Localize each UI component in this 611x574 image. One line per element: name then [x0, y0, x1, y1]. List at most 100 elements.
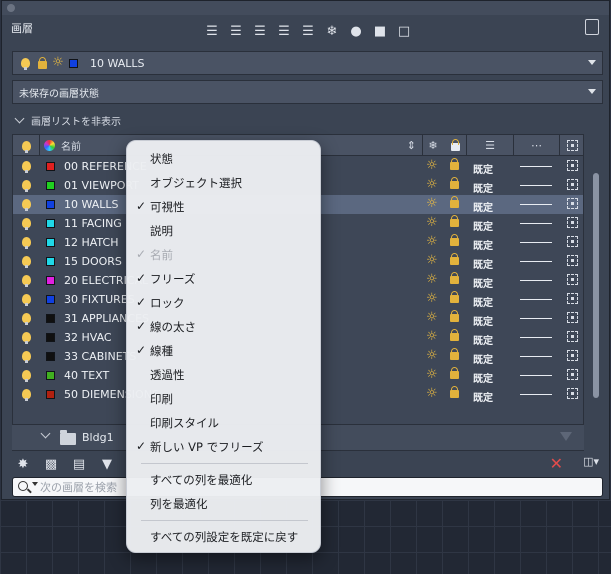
linetype-line[interactable]: [520, 261, 552, 262]
unlock-icon[interactable]: [450, 367, 459, 379]
linetype-line[interactable]: [520, 223, 552, 224]
color-swatch[interactable]: [46, 295, 55, 304]
bulb-icon[interactable]: [22, 199, 31, 211]
bulb-icon[interactable]: [22, 351, 31, 363]
sun-icon[interactable]: ☼: [426, 292, 440, 306]
menu-action[interactable]: すべての列を最適化: [127, 467, 320, 491]
vertical-scrollbar[interactable]: [593, 173, 599, 398]
lineweight-label[interactable]: 既定: [473, 256, 493, 271]
lineweight-label[interactable]: 既定: [473, 332, 493, 347]
folder-icon[interactable]: ▤: [68, 455, 90, 473]
vp-freeze-icon[interactable]: [567, 388, 578, 399]
lineweight-label[interactable]: 既定: [473, 389, 493, 404]
color-swatch[interactable]: [46, 352, 55, 361]
sun-icon[interactable]: ☼: [426, 273, 440, 287]
delete-filter-icon[interactable]: ✕: [550, 454, 563, 473]
isolate-icon[interactable]: ●: [346, 21, 366, 41]
linetype-line[interactable]: [520, 242, 552, 243]
col-linetype-icon[interactable]: ⋯: [514, 135, 559, 156]
unlock-icon[interactable]: [450, 272, 459, 284]
bulb-icon[interactable]: [22, 275, 31, 287]
lock-icon[interactable]: ■: [370, 21, 390, 41]
menu-item[interactable]: ✓ 新しい VP でフリーズ: [127, 434, 320, 458]
dock-icon[interactable]: [585, 19, 599, 35]
sun-icon[interactable]: ☼: [426, 159, 440, 173]
unlock-icon[interactable]: [450, 158, 459, 170]
color-swatch[interactable]: [46, 371, 55, 380]
menu-item[interactable]: 印刷スタイル: [127, 410, 320, 434]
vp-freeze-icon[interactable]: [567, 312, 578, 323]
bulb-icon[interactable]: [22, 256, 31, 268]
sun-icon[interactable]: ☼: [426, 387, 440, 401]
unlock-icon[interactable]: [450, 253, 459, 265]
color-swatch[interactable]: [46, 200, 55, 209]
delete-layer-icon[interactable]: ☰: [250, 21, 270, 41]
linetype-line[interactable]: [520, 185, 552, 186]
vp-freeze-icon[interactable]: [567, 179, 578, 190]
lineweight-label[interactable]: 既定: [473, 351, 493, 366]
col-lineweight-icon[interactable]: ☰: [467, 135, 513, 156]
bulb-icon[interactable]: [22, 237, 31, 249]
vp-freeze-icon[interactable]: [567, 198, 578, 209]
current-layer-dropdown[interactable]: ☼ 10 WALLS: [12, 51, 603, 75]
sun-icon[interactable]: ☼: [426, 216, 440, 230]
linetype-line[interactable]: [520, 166, 552, 167]
unlock-icon[interactable]: [450, 348, 459, 360]
lineweight-label[interactable]: 既定: [473, 237, 493, 252]
bulb-icon[interactable]: [22, 218, 31, 230]
filter-funnel-icon[interactable]: ▼: [96, 455, 118, 473]
layer-states-icon[interactable]: ☰: [298, 21, 318, 41]
layer-state-dropdown[interactable]: 未保存の画層状態: [12, 80, 603, 104]
color-swatch[interactable]: [46, 238, 55, 247]
new-group-filter-icon[interactable]: ▩: [40, 455, 62, 473]
menu-item[interactable]: 説明: [127, 218, 320, 242]
lineweight-label[interactable]: 既定: [473, 199, 493, 214]
unlock-icon[interactable]: [450, 215, 459, 227]
bulb-icon[interactable]: [22, 370, 31, 382]
sun-icon[interactable]: ☼: [426, 330, 440, 344]
bulb-icon[interactable]: [22, 180, 31, 192]
linetype-line[interactable]: [520, 318, 552, 319]
color-swatch[interactable]: [46, 314, 55, 323]
unlock-icon[interactable]: [450, 234, 459, 246]
color-swatch[interactable]: [46, 390, 55, 399]
col-lock-icon[interactable]: [444, 135, 466, 156]
linetype-line[interactable]: [520, 394, 552, 395]
vp-freeze-icon[interactable]: [567, 255, 578, 266]
linetype-line[interactable]: [520, 337, 552, 338]
menu-action[interactable]: 列を最適化: [127, 491, 320, 515]
vp-freeze-icon[interactable]: [567, 350, 578, 361]
filter-icon[interactable]: [560, 432, 572, 441]
col-visibility-icon[interactable]: [13, 135, 39, 156]
unlock-icon[interactable]: [450, 291, 459, 303]
unlock-icon[interactable]: [450, 310, 459, 322]
set-current-icon[interactable]: ☰: [274, 21, 294, 41]
vp-freeze-icon[interactable]: [567, 236, 578, 247]
menu-item[interactable]: 状態: [127, 146, 320, 170]
lineweight-label[interactable]: 既定: [473, 275, 493, 290]
menu-item[interactable]: ✓ 線の太さ: [127, 314, 320, 338]
lineweight-label[interactable]: 既定: [473, 370, 493, 385]
columns-menu-icon[interactable]: ◫▾: [583, 455, 599, 468]
vp-freeze-icon[interactable]: [567, 217, 578, 228]
close-dot-icon[interactable]: [7, 4, 15, 12]
lineweight-label[interactable]: 既定: [473, 313, 493, 328]
bulb-icon[interactable]: [22, 313, 31, 325]
color-swatch[interactable]: [46, 219, 55, 228]
sun-icon[interactable]: ☼: [426, 178, 440, 192]
col-freeze-icon[interactable]: ❄: [422, 135, 444, 156]
vp-freeze-icon[interactable]: [567, 160, 578, 171]
sun-icon[interactable]: ☼: [426, 197, 440, 211]
unlock-icon[interactable]: [450, 196, 459, 208]
sun-icon[interactable]: ☼: [426, 235, 440, 249]
menu-item[interactable]: 透過性: [127, 362, 320, 386]
sun-icon[interactable]: ☼: [426, 349, 440, 363]
vp-freeze-icon[interactable]: [567, 369, 578, 380]
color-swatch[interactable]: [46, 333, 55, 342]
vp-freeze-icon[interactable]: [567, 331, 578, 342]
lineweight-label[interactable]: 既定: [473, 218, 493, 233]
menu-item[interactable]: ✓ フリーズ: [127, 266, 320, 290]
menu-item[interactable]: オブジェクト選択: [127, 170, 320, 194]
lineweight-label[interactable]: 既定: [473, 294, 493, 309]
menu-item[interactable]: 印刷: [127, 386, 320, 410]
